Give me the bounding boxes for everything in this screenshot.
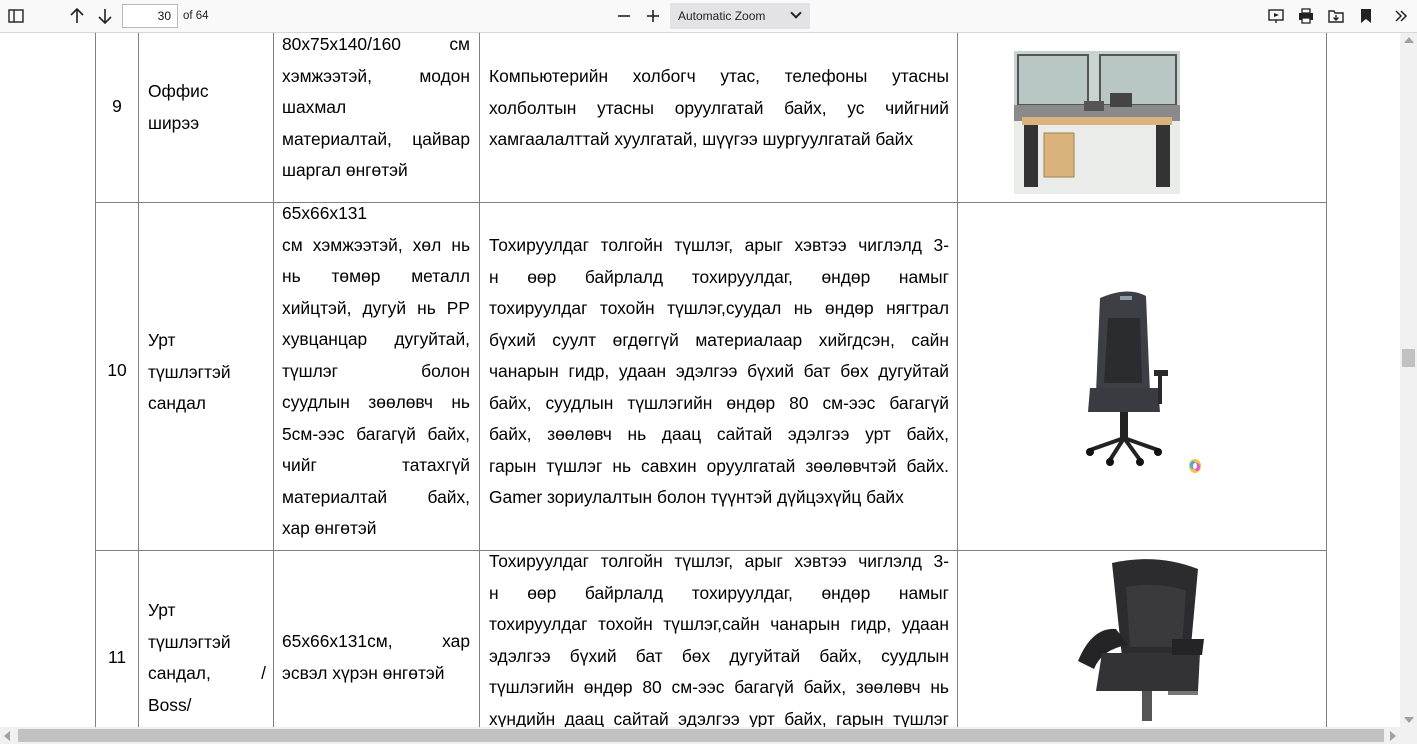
desc-line: хамгаалалттай хуулгатай, шүүгээ шургуулг… bbox=[489, 129, 914, 149]
horizontal-scroll-thumb[interactable] bbox=[18, 729, 1384, 742]
dims-line: 80x75x140/160 см bbox=[282, 34, 470, 54]
row-number: 9 bbox=[112, 96, 122, 116]
zoom-in-icon[interactable] bbox=[640, 4, 666, 28]
item-name: Урт түшлэгтэй сандал, / Boss/ bbox=[148, 595, 266, 721]
desc-line: эдэлгээ бүхий бат бөх дугуйтай байх, суу… bbox=[489, 645, 949, 666]
desc-line: н өөр байрлалд тохируулдаг, өндөр намыг bbox=[489, 266, 949, 287]
office-desk-image bbox=[1014, 51, 1180, 194]
scroll-down-icon[interactable] bbox=[1404, 717, 1414, 723]
presentation-mode-icon[interactable] bbox=[1263, 4, 1289, 28]
item-name-line: сандал, / bbox=[148, 663, 266, 683]
item-dimensions: 80x75x140/160 см хэмжээтэй, модон шахмал… bbox=[282, 33, 470, 187]
desc-line: чанарын гидр, удаан эдэлгээ бүхий бат бө… bbox=[489, 361, 949, 381]
item-dimensions: 65x66x131см, хар эсвэл хүрэн өнгөтэй bbox=[282, 626, 470, 689]
desc-line: н өөр байрлалд тохируулдаг, өндөр намыг bbox=[489, 582, 949, 603]
desc-line: Тохируулдаг толгойн түшлэг, арыг хэвтээ … bbox=[489, 235, 949, 255]
page-number-input[interactable] bbox=[122, 4, 178, 28]
bookmark-icon[interactable] bbox=[1353, 4, 1379, 28]
item-description: Тохируулдаг толгойн түшлэг, арыг хэвтээ … bbox=[489, 546, 949, 727]
zoom-out-icon[interactable] bbox=[611, 4, 637, 28]
item-name-line: ширээ bbox=[148, 112, 200, 133]
desc-line: Компьютерийн холбогч утас, телефоны утас… bbox=[489, 66, 949, 86]
item-name: Урт түшлэгтэй сандал bbox=[148, 325, 266, 420]
dims-line: түшлэг болон bbox=[282, 360, 470, 381]
scroll-left-icon[interactable] bbox=[4, 731, 10, 741]
dims-line: хийцтэй, дугуй нь PP bbox=[282, 297, 470, 318]
dims-line: суудлын зөөлөвч нь bbox=[282, 392, 470, 412]
zoom-select-label: Automatic Zoom bbox=[678, 9, 766, 23]
dims-line: хар өнгөтэй bbox=[282, 518, 377, 538]
dims-line: эсвэл хүрэн өнгөтэй bbox=[282, 662, 445, 683]
document-viewer[interactable]: 9 Оффис ширээ 80x75x140/160 см хэмжээтэй… bbox=[0, 33, 1417, 727]
dims-line: материалтай, цайвар bbox=[282, 128, 470, 149]
table-border bbox=[138, 33, 139, 727]
dims-line: 5см-ээс багагүй байх, bbox=[282, 423, 470, 444]
dims-line: чийг татахгүй bbox=[282, 455, 470, 475]
previous-page-icon[interactable] bbox=[64, 4, 90, 28]
table-border bbox=[1326, 33, 1327, 727]
horizontal-scrollbar[interactable] bbox=[0, 727, 1417, 744]
dims-line: материалтай байх, bbox=[282, 486, 470, 507]
zoom-select[interactable]: Automatic Zoom bbox=[670, 3, 810, 29]
color-wheel-icon bbox=[1188, 458, 1202, 474]
scroll-up-icon[interactable] bbox=[1404, 37, 1414, 43]
item-name-line: түшлэгтэй bbox=[148, 361, 231, 382]
item-name-line: түшлэгтэй bbox=[148, 631, 231, 652]
dims-line: см хэмжээтэй, хөл нь bbox=[282, 234, 470, 255]
desc-line: тохируулдаг тохойн түшлэг,сайн чанарын г… bbox=[489, 614, 949, 634]
chevron-down-icon bbox=[790, 7, 802, 19]
desc-line: хүндийн даац сайтай эдэлгээ урт байх, га… bbox=[489, 708, 949, 728]
dims-line: хувцанцар дугуйтай, bbox=[282, 329, 470, 349]
dims-line: хэмжээтэй, модон bbox=[282, 65, 470, 86]
gamer-chair-image bbox=[1080, 288, 1180, 468]
vertical-scroll-thumb[interactable] bbox=[1402, 349, 1415, 367]
next-page-icon[interactable] bbox=[92, 4, 118, 28]
boss-chair-image bbox=[1072, 557, 1212, 727]
pdf-toolbar: of 64 Automatic Zoom bbox=[0, 0, 1417, 33]
dims-line: шахмал bbox=[282, 97, 347, 117]
item-description: Компьютерийн холбогч утас, телефоны утас… bbox=[489, 61, 949, 156]
save-icon[interactable] bbox=[1323, 4, 1349, 28]
item-name-line: Boss/ bbox=[148, 694, 192, 715]
desc-line: тохируулдаг тохойн түшлэг,суудал нь өндө… bbox=[489, 298, 949, 318]
item-name-line: Урт bbox=[148, 330, 176, 350]
dims-line: нь төмөр металл bbox=[282, 266, 470, 286]
item-name-line: сандал bbox=[148, 393, 206, 413]
item-name-line: Урт bbox=[148, 600, 176, 620]
dims-line: шаргал өнгөтэй bbox=[282, 160, 408, 180]
desc-line: түшлэгийн өндөр 80 см-ээс багагүй байх, … bbox=[489, 677, 949, 697]
desc-line: холболтын утасны оруулгатай байх, ус чий… bbox=[489, 97, 949, 118]
desc-line: байх, суудлын түшлэгийн өндөр 80 см-ээс … bbox=[489, 392, 949, 413]
desc-line: Gamer зориулалтын болон түүнтэй дүйцэхүй… bbox=[489, 487, 904, 507]
item-description: Тохируулдаг толгойн түшлэг, арыг хэвтээ … bbox=[489, 230, 949, 514]
table-border bbox=[273, 33, 274, 727]
table-border bbox=[957, 33, 958, 727]
page-count-label: of 64 bbox=[183, 10, 209, 22]
vertical-scrollbar[interactable] bbox=[1400, 33, 1417, 727]
table-border bbox=[479, 33, 480, 727]
desc-line: бүхий суулт өгдөггүй материалаар хийгдсэ… bbox=[489, 329, 949, 350]
item-dimensions: 65x66x131 см хэмжээтэй, хөл нь нь төмөр … bbox=[282, 198, 470, 545]
print-icon[interactable] bbox=[1293, 4, 1319, 28]
dims-line: 65x66x131см, хар bbox=[282, 631, 470, 651]
item-name: Оффис ширээ bbox=[148, 76, 266, 139]
tools-menu-icon[interactable] bbox=[1388, 4, 1414, 28]
scroll-right-icon[interactable] bbox=[1390, 731, 1396, 741]
item-name-line: Оффис bbox=[148, 81, 209, 101]
row-number: 11 bbox=[107, 647, 127, 667]
table-border bbox=[95, 202, 1327, 203]
dims-line: 65x66x131 bbox=[282, 203, 368, 223]
row-number: 10 bbox=[107, 360, 127, 380]
desc-line: байх, зөөлөвч нь даац сайтай эдэлгээ урт… bbox=[489, 424, 949, 444]
desc-line: Тохируулдаг толгойн түшлэг, арыг хэвтээ … bbox=[489, 551, 949, 571]
sidebar-toggle-icon[interactable] bbox=[3, 4, 29, 28]
desc-line: гарын түшлэг нь савхин оруулгатай зөөлөв… bbox=[489, 455, 949, 476]
